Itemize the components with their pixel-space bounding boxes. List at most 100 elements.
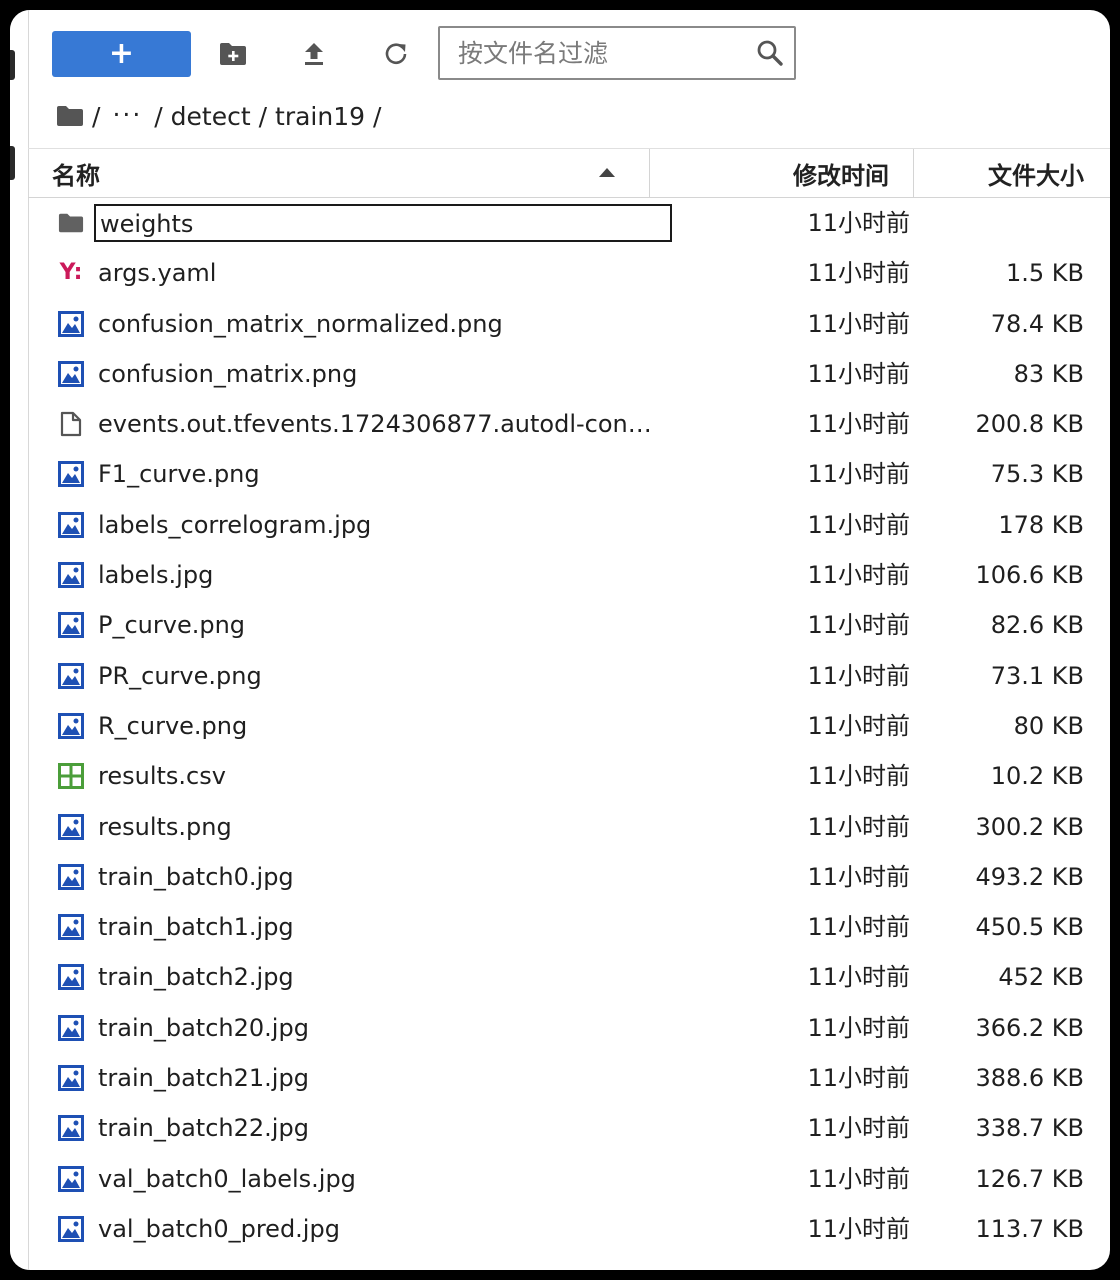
file-row[interactable]: events.out.tfevents.1724306877.autodl-co… [28, 399, 1110, 449]
breadcrumb-train19[interactable]: / train19 [259, 102, 365, 131]
folder-icon [58, 210, 84, 236]
file-size: 82.6 KB [990, 611, 1084, 640]
file-modified: 11小时前 [807, 209, 910, 237]
image-file-icon [58, 511, 84, 538]
file-list-header: 名称 修改时间 文件大小 [28, 148, 1110, 198]
file-modified: 11小时前 [807, 259, 910, 288]
file-row[interactable]: PR_curve.png 11小时前 73.1 KB [28, 651, 1110, 701]
image-file-icon [58, 1014, 84, 1041]
folder-home-icon[interactable] [56, 104, 84, 128]
file-modified: 11小时前 [807, 1064, 910, 1093]
file-row[interactable]: R_curve.png 11小时前 80 KB [28, 701, 1110, 751]
file-row[interactable]: labels_correlogram.jpg 11小时前 178 KB [28, 500, 1110, 550]
file-name: PR_curve.png [98, 661, 262, 690]
file-row[interactable]: train_batch2.jpg 11小时前 452 KB [28, 952, 1110, 1002]
column-header-size[interactable]: 文件大小 [914, 149, 1110, 197]
file-name: events.out.tfevents.1724306877.autodl-co… [98, 410, 658, 439]
file-row[interactable]: train_batch0.jpg 11小时前 493.2 KB [28, 852, 1110, 902]
new-folder-icon[interactable] [216, 37, 250, 71]
file-modified: 11小时前 [807, 963, 910, 992]
file-row[interactable]: confusion_matrix_normalized.png 11小时前 78.4… [28, 299, 1110, 349]
file-size: 300.2 KB [975, 812, 1084, 841]
file-modified: 11小时前 [807, 862, 910, 891]
breadcrumb-detect[interactable]: / detect [154, 102, 250, 131]
file-row[interactable]: results.csv 11小时前 10.2 KB [28, 751, 1110, 801]
file-modified: 11小时前 [807, 1013, 910, 1042]
image-file-icon [58, 461, 84, 488]
file-name: R_curve.png [98, 711, 248, 740]
file-modified: 11小时前 [807, 309, 910, 338]
file-size: 113.7 KB [975, 1214, 1084, 1243]
column-header-modified[interactable]: 修改时间 [650, 149, 914, 197]
file-size: 75.3 KB [990, 460, 1084, 489]
file-modified: 11小时前 [807, 711, 910, 740]
file-modified: 11小时前 [807, 460, 910, 489]
file-size: 200.8 KB [975, 410, 1084, 439]
refresh-icon[interactable] [379, 37, 413, 71]
yaml-file-icon: Y: [59, 260, 83, 286]
file-row[interactable]: P_curve.png 11小时前 82.6 KB [28, 600, 1110, 650]
file-name: val_batch0_pred.jpg [98, 1214, 340, 1243]
file-name: train_batch22.jpg [98, 1114, 309, 1143]
file-name: confusion_matrix.png [98, 359, 358, 388]
column-header-modified-label: 修改时间 [793, 161, 889, 190]
filter-box [438, 26, 796, 80]
upload-icon[interactable] [297, 37, 331, 71]
file-modified: 11小时前 [807, 913, 910, 942]
file-name: P_curve.png [98, 611, 246, 640]
file-size: 80 KB [1013, 711, 1084, 740]
file-name: train_batch21.jpg [98, 1064, 309, 1093]
image-file-icon [58, 914, 84, 941]
column-header-name[interactable]: 名称 [28, 149, 650, 197]
file-row[interactable]: Y: args.yaml 11小时前 1.5 KB [28, 248, 1110, 298]
image-file-icon [58, 562, 84, 589]
image-file-icon [58, 1215, 84, 1242]
file-modified: 11小时前 [807, 510, 910, 539]
file-name: train_batch0.jpg [98, 862, 294, 891]
filter-input[interactable] [440, 28, 758, 78]
file-row[interactable]: confusion_matrix.png 11小时前 83 KB [28, 349, 1110, 399]
file-row[interactable]: F1_curve.png 11小时前 75.3 KB [28, 449, 1110, 499]
image-file-icon [58, 964, 84, 991]
file-size: 178 KB [998, 510, 1084, 539]
search-icon[interactable] [756, 39, 784, 67]
image-file-icon [58, 813, 84, 840]
file-row[interactable]: labels.jpg 11小时前 106.6 KB [28, 550, 1110, 600]
file-size: 78.4 KB [990, 309, 1084, 338]
spreadsheet-icon [58, 763, 84, 790]
file-browser-window: + / ··· / detect / train19 / 名称 [10, 10, 1110, 1270]
file-size: 388.6 KB [975, 1064, 1084, 1093]
file-size: 450.5 KB [975, 913, 1084, 942]
file-row[interactable]: weights 11小时前 [28, 198, 1110, 248]
plus-label: + [108, 36, 135, 71]
file-row[interactable]: results.png 11小时前 300.2 KB [28, 802, 1110, 852]
file-row[interactable]: val_batch0_labels.jpg 11小时前 126.7 KB [28, 1154, 1110, 1204]
file-size: 1.5 KB [1006, 259, 1084, 288]
file-name: train_batch20.jpg [98, 1013, 309, 1042]
file-name-rename-input[interactable]: weights [94, 204, 672, 242]
new-launcher-button[interactable]: + [52, 31, 191, 77]
file-name: results.png [98, 812, 232, 841]
breadcrumb: / ··· / detect / train19 / [56, 96, 389, 136]
image-file-icon [58, 310, 84, 337]
file-name: labels.jpg [98, 561, 214, 590]
file-row[interactable]: train_batch20.jpg 11小时前 366.2 KB [28, 1003, 1110, 1053]
file-name: train_batch2.jpg [98, 963, 294, 992]
file-size: 366.2 KB [975, 1013, 1084, 1042]
file-modified: 11小时前 [807, 410, 910, 439]
image-file-icon [58, 863, 84, 890]
breadcrumb-ellipsis[interactable]: ··· [112, 100, 142, 129]
file-modified: 11小时前 [807, 561, 910, 590]
file-row[interactable]: train_batch1.jpg 11小时前 450.5 KB [28, 902, 1110, 952]
file-row[interactable]: train_batch21.jpg 11小时前 388.6 KB [28, 1053, 1110, 1103]
file-size: 338.7 KB [975, 1114, 1084, 1143]
file-modified: 11小时前 [807, 1214, 910, 1243]
file-size: 106.6 KB [975, 561, 1084, 590]
file-name: train_batch1.jpg [98, 913, 294, 942]
file-row[interactable]: train_batch22.jpg 11小时前 338.7 KB [28, 1103, 1110, 1153]
image-file-icon [58, 662, 84, 689]
file-row[interactable]: val_batch0_pred.jpg 11小时前 113.7 KB [28, 1204, 1110, 1254]
file-name: args.yaml [98, 259, 217, 288]
file-modified: 11小时前 [807, 1164, 910, 1193]
file-name: results.csv [98, 762, 226, 791]
